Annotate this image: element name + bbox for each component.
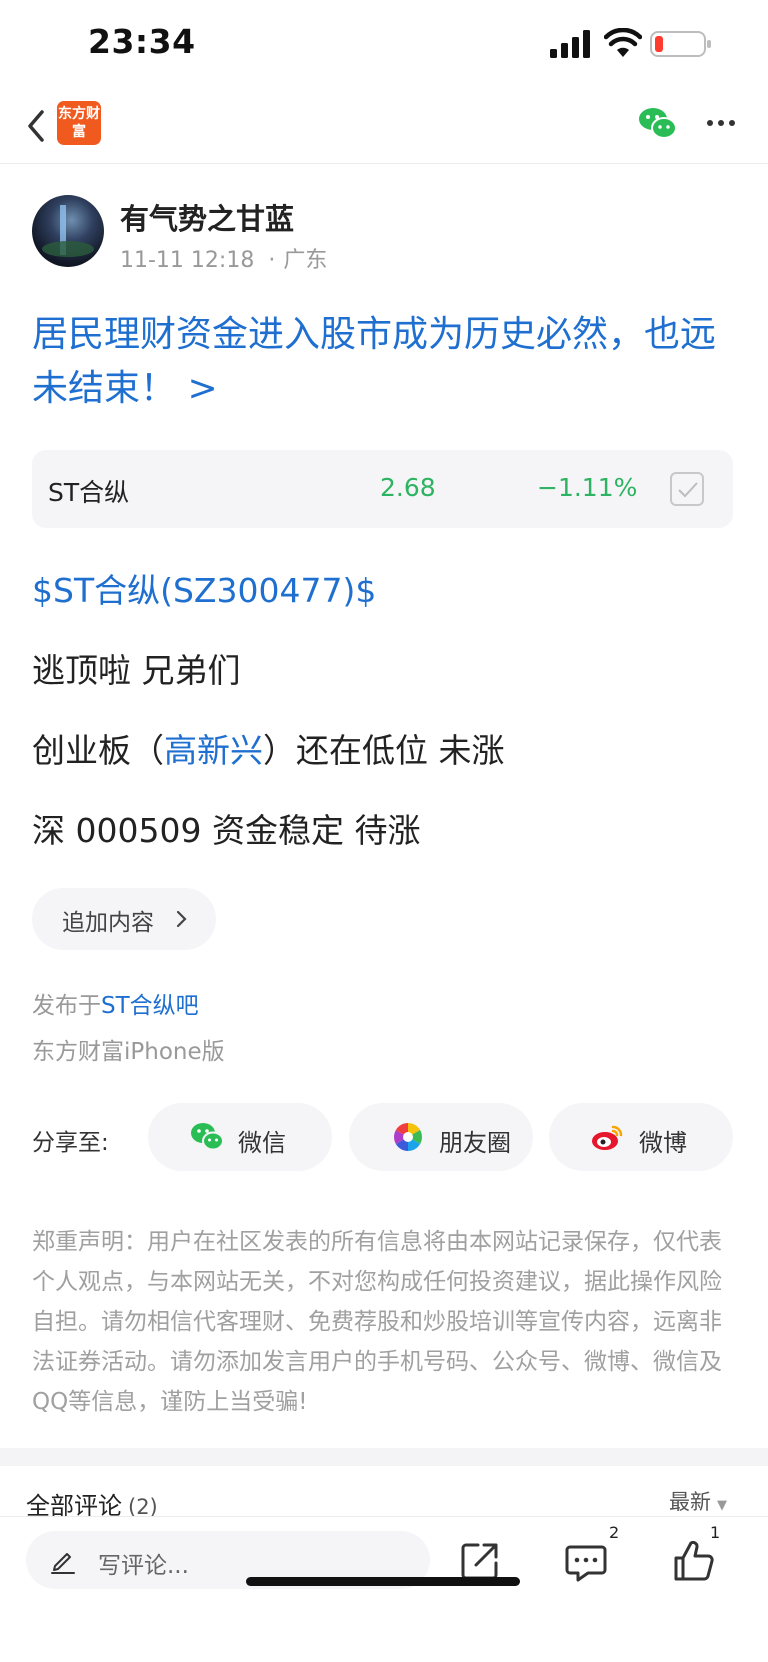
- pen-icon: [51, 1553, 75, 1574]
- share-weibo-button[interactable]: 微博: [549, 1103, 733, 1171]
- add-watchlist-checkbox[interactable]: [670, 472, 704, 506]
- like-count-badge: 1: [710, 1523, 721, 1542]
- post-title[interactable]: 居民理财资金进入股市成为历史必然，也远未结束！ >: [32, 308, 732, 416]
- author-name[interactable]: 有气势之甘蓝: [120, 196, 294, 238]
- post-paragraph-3: 深 000509 资金稳定 待涨: [32, 811, 421, 850]
- stock-bar-link[interactable]: ST合纵吧: [101, 993, 199, 1019]
- battery-icon: [650, 31, 711, 57]
- comment-icon[interactable]: [564, 1539, 608, 1583]
- app-logo[interactable]: 东方财富: [57, 101, 101, 145]
- like-icon[interactable]: [672, 1539, 716, 1583]
- published-prefix: 发布于: [32, 993, 101, 1019]
- wechat-icon: [191, 1123, 224, 1151]
- cellular-signal-icon: [550, 30, 590, 58]
- back-icon[interactable]: [22, 106, 52, 146]
- home-indicator: [246, 1577, 520, 1586]
- status-bar: 23:34: [0, 0, 768, 90]
- share-wechat-button[interactable]: 微信: [148, 1103, 332, 1171]
- status-time: 23:34: [88, 22, 196, 61]
- published-in: 发布于ST合纵吧: [32, 986, 199, 1020]
- section-divider: [0, 1448, 768, 1466]
- paragraph-text: ）还在低位 未涨: [263, 731, 505, 770]
- paragraph-text: 创业板（: [32, 731, 164, 770]
- append-content-button[interactable]: 追加内容: [32, 888, 216, 950]
- sort-label: 最新: [669, 1490, 711, 1514]
- author-avatar[interactable]: [32, 195, 104, 267]
- wechat-icon[interactable]: [638, 106, 678, 142]
- post-meta: 11-11 12:18 · 广东: [120, 242, 327, 274]
- share-weibo-label: 微博: [639, 1129, 687, 1157]
- nav-bar: 东方财富: [0, 90, 768, 164]
- stock-link-gaoxinxing[interactable]: 高新兴: [164, 731, 263, 770]
- client-source: 东方财富iPhone版: [32, 1039, 225, 1065]
- share-moments-label: 朋友圈: [439, 1129, 511, 1157]
- post-date: 11-11 12:18: [120, 248, 255, 273]
- stock-price: 2.68: [380, 473, 436, 502]
- append-content-label: 追加内容: [62, 910, 154, 936]
- stock-change: −1.11%: [537, 473, 638, 502]
- post-paragraph-1: 逃顶啦 兄弟们: [32, 651, 241, 690]
- comment-placeholder: 写评论...: [98, 1553, 189, 1579]
- meta-separator: ·: [268, 248, 276, 273]
- stock-name: ST合纵: [48, 478, 130, 507]
- share-wechat-label: 微信: [238, 1129, 286, 1157]
- post-location: 广东: [283, 248, 328, 273]
- chevron-right-icon: [176, 910, 187, 928]
- more-icon[interactable]: [706, 118, 736, 128]
- share-label: 分享至:: [32, 1130, 109, 1156]
- disclaimer: 郑重声明：用户在社区发表的所有信息将由本网站记录保存，仅代表个人观点，与本网站无…: [32, 1229, 722, 1415]
- moments-icon: [394, 1123, 422, 1151]
- comment-count-badge: 2: [609, 1523, 620, 1542]
- comments-sort-toggle[interactable]: 最新 ▼: [669, 1486, 727, 1516]
- stock-tag-link[interactable]: $ST合纵(SZ300477)$: [32, 564, 376, 612]
- check-icon: [678, 482, 698, 498]
- caret-down-icon: ▼: [717, 1498, 727, 1513]
- bottom-action-bar: 写评论... 2 1: [0, 1516, 768, 1662]
- stock-card[interactable]: ST合纵 2.68 −1.11%: [32, 450, 733, 528]
- post-paragraph-2: 创业板（高新兴）还在低位 未涨: [32, 724, 505, 772]
- share-moments-button[interactable]: 朋友圈: [349, 1103, 533, 1171]
- weibo-icon: [592, 1125, 623, 1150]
- wifi-icon: [604, 28, 642, 57]
